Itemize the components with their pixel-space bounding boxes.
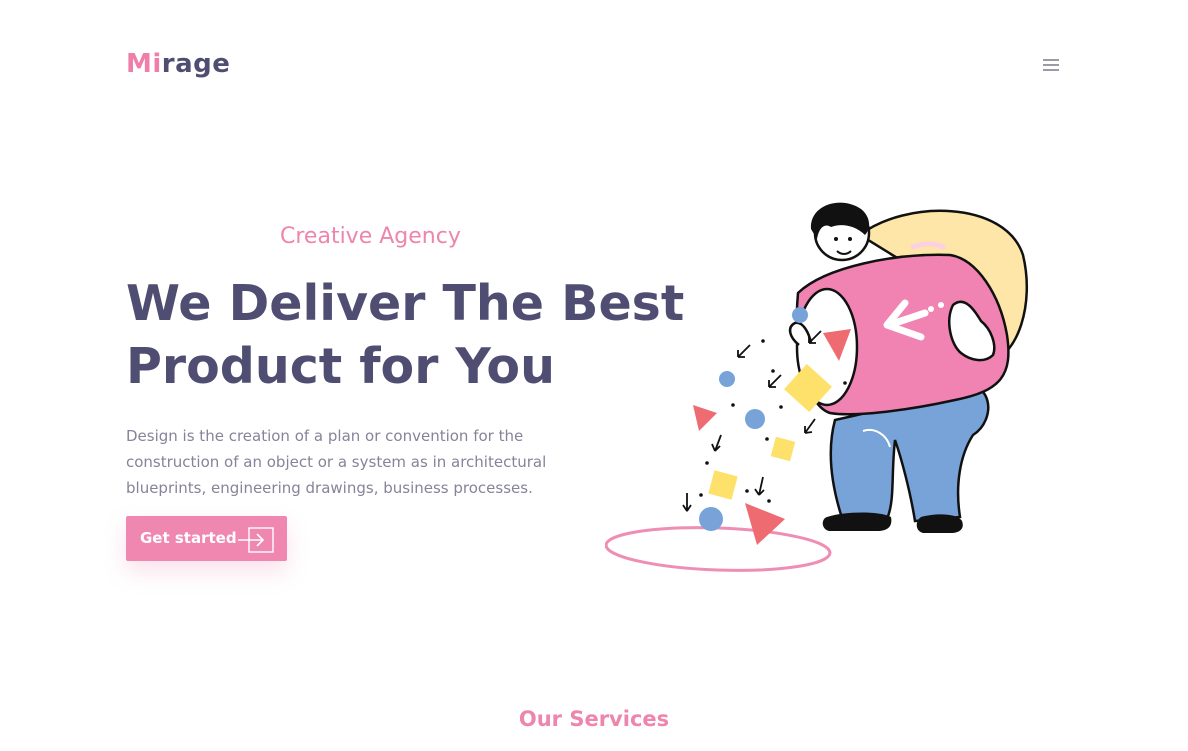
hero-headline-line1: We Deliver The Best	[126, 275, 685, 332]
services-title: Our Services	[518, 707, 670, 731]
hero-description: Design is the creation of a plan or conv…	[126, 423, 546, 501]
hero-headline: We Deliver The Best Product for You	[126, 272, 685, 398]
hero-headline-line2: Product for You	[126, 338, 555, 395]
hero-eyebrow: Creative Agency	[280, 224, 461, 249]
logo-rest: rage	[161, 49, 231, 79]
page: Mirage Creative Agency We Deliver The Be…	[0, 0, 1188, 751]
arrow-into-box-icon	[238, 527, 274, 553]
logo-accent: Mi	[126, 49, 162, 79]
logo[interactable]: Mirage	[126, 46, 230, 82]
hero-description-line3: blueprints, engineering drawings, busine…	[126, 479, 533, 497]
person-pouring-shapes-illustration	[605, 202, 1028, 572]
get-started-label: Get started	[140, 529, 237, 547]
hamburger-menu-icon[interactable]	[1043, 59, 1059, 72]
hero-description-line1: Design is the creation of a plan or conv…	[126, 427, 524, 445]
hero-description-line2: construction of an object or a system as…	[126, 453, 547, 471]
get-started-button[interactable]: Get started	[126, 516, 287, 561]
